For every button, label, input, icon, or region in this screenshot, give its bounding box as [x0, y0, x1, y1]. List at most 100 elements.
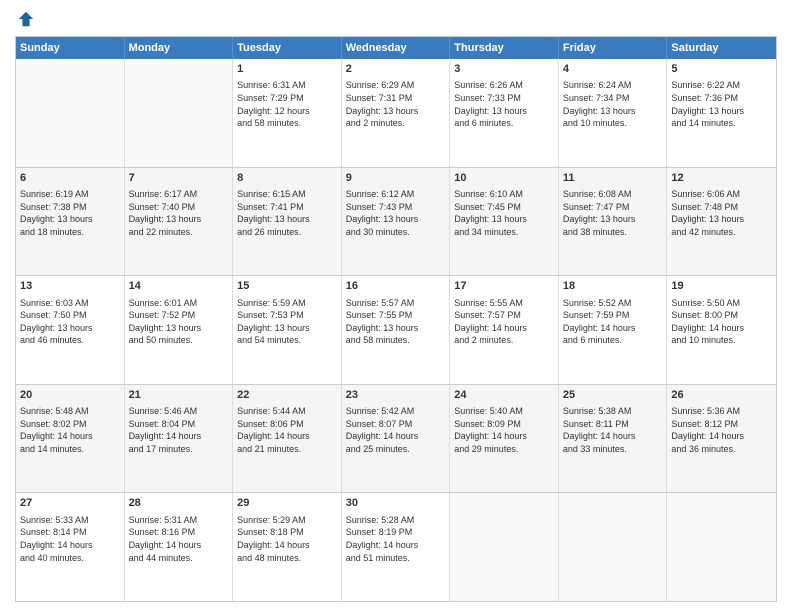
day-info-line: Sunrise: 6:31 AM — [237, 79, 337, 92]
logo — [15, 10, 35, 28]
day-info-line: Sunrise: 5:31 AM — [129, 514, 229, 527]
day-cell-25: 25Sunrise: 5:38 AMSunset: 8:11 PMDayligh… — [559, 385, 668, 493]
day-number: 23 — [346, 388, 446, 403]
day-info-line: Sunrise: 6:24 AM — [563, 79, 663, 92]
day-info-line: Daylight: 13 hours — [20, 213, 120, 226]
day-info-line: and 44 minutes. — [129, 552, 229, 565]
day-cell-11: 11Sunrise: 6:08 AMSunset: 7:47 PMDayligh… — [559, 168, 668, 276]
day-number: 5 — [671, 62, 772, 77]
day-number: 25 — [563, 388, 663, 403]
day-info-line: and 14 minutes. — [671, 117, 772, 130]
day-cell-14: 14Sunrise: 6:01 AMSunset: 7:52 PMDayligh… — [125, 276, 234, 384]
day-info-line: Sunrise: 6:08 AM — [563, 188, 663, 201]
day-info-line: Daylight: 13 hours — [454, 105, 554, 118]
day-info-line: Sunset: 7:50 PM — [20, 309, 120, 322]
day-info-line: Sunset: 8:12 PM — [671, 418, 772, 431]
day-info-line: and 58 minutes. — [346, 334, 446, 347]
day-cell-13: 13Sunrise: 6:03 AMSunset: 7:50 PMDayligh… — [16, 276, 125, 384]
header — [15, 10, 777, 28]
day-info-line: and 10 minutes. — [563, 117, 663, 130]
day-info-line: Daylight: 13 hours — [563, 213, 663, 226]
day-info-line: Daylight: 14 hours — [237, 430, 337, 443]
day-number: 22 — [237, 388, 337, 403]
header-day-friday: Friday — [559, 37, 668, 59]
day-number: 17 — [454, 279, 554, 294]
calendar-row-3: 20Sunrise: 5:48 AMSunset: 8:02 PMDayligh… — [16, 384, 776, 493]
day-number: 8 — [237, 171, 337, 186]
day-cell-6: 6Sunrise: 6:19 AMSunset: 7:38 PMDaylight… — [16, 168, 125, 276]
day-cell-27: 27 Sunrise: 5:33 AMSunset: 8:14 PMDayligh… — [16, 493, 125, 601]
day-cell-16: 16Sunrise: 5:57 AMSunset: 7:55 PMDayligh… — [342, 276, 451, 384]
day-info-line: Daylight: 14 hours — [20, 539, 120, 552]
day-info-line: Sunset: 7:29 PM — [237, 92, 337, 105]
day-info-line: Sunrise: 5:44 AM — [237, 405, 337, 418]
day-info-line: Sunrise: 5:55 AM — [454, 297, 554, 310]
calendar-row-1: 6Sunrise: 6:19 AMSunset: 7:38 PMDaylight… — [16, 167, 776, 276]
day-info-line: Sunrise: 6:10 AM — [454, 188, 554, 201]
day-info-line: Sunrise: 6:12 AM — [346, 188, 446, 201]
day-number: 2 — [346, 62, 446, 77]
empty-cell — [125, 59, 234, 167]
header-day-wednesday: Wednesday — [342, 37, 451, 59]
day-number: 12 — [671, 171, 772, 186]
day-info-line: Daylight: 14 hours — [563, 322, 663, 335]
day-info-line: Sunset: 8:11 PM — [563, 418, 663, 431]
day-info-line: Sunrise: 5:42 AM — [346, 405, 446, 418]
day-info-line: Sunset: 7:43 PM — [346, 201, 446, 214]
day-info-line: Sunset: 8:14 PM — [20, 526, 120, 539]
day-info-line: and 38 minutes. — [563, 226, 663, 239]
day-info-line: and 46 minutes. — [20, 334, 120, 347]
day-info-line: Sunrise: 5:33 AM — [20, 514, 120, 527]
day-info-line: Sunset: 7:34 PM — [563, 92, 663, 105]
day-info-line: Sunrise: 6:03 AM — [20, 297, 120, 310]
day-info-line: Daylight: 13 hours — [671, 213, 772, 226]
day-info-line: and 14 minutes. — [20, 443, 120, 456]
day-number: 1 — [237, 62, 337, 77]
day-info-line: Daylight: 13 hours — [237, 322, 337, 335]
day-info-line: Sunrise: 6:01 AM — [129, 297, 229, 310]
day-info-line: and 26 minutes. — [237, 226, 337, 239]
day-info-line: and 2 minutes. — [454, 334, 554, 347]
day-info-line: Daylight: 13 hours — [454, 213, 554, 226]
day-info-line: Sunset: 7:31 PM — [346, 92, 446, 105]
day-info-line: Sunrise: 6:22 AM — [671, 79, 772, 92]
day-cell-19: 19Sunrise: 5:50 AMSunset: 8:00 PMDayligh… — [667, 276, 776, 384]
header-day-tuesday: Tuesday — [233, 37, 342, 59]
day-info-line: Sunset: 7:57 PM — [454, 309, 554, 322]
day-number: 27 — [20, 496, 120, 511]
day-cell-3: 3Sunrise: 6:26 AMSunset: 7:33 PMDaylight… — [450, 59, 559, 167]
logo-icon — [17, 10, 35, 28]
header-day-sunday: Sunday — [16, 37, 125, 59]
day-cell-9: 9Sunrise: 6:12 AMSunset: 7:43 PMDaylight… — [342, 168, 451, 276]
day-cell-22: 22Sunrise: 5:44 AMSunset: 8:06 PMDayligh… — [233, 385, 342, 493]
calendar: SundayMondayTuesdayWednesdayThursdayFrid… — [15, 36, 777, 602]
day-info-line: and 51 minutes. — [346, 552, 446, 565]
day-info-line: Sunrise: 5:28 AM — [346, 514, 446, 527]
day-number: 11 — [563, 171, 663, 186]
empty-cell — [16, 59, 125, 167]
day-info-line: Sunset: 8:18 PM — [237, 526, 337, 539]
day-info-line: Sunrise: 5:48 AM — [20, 405, 120, 418]
day-info-line: Daylight: 14 hours — [129, 539, 229, 552]
day-info-line: Daylight: 14 hours — [454, 430, 554, 443]
header-day-saturday: Saturday — [667, 37, 776, 59]
day-number: 19 — [671, 279, 772, 294]
day-info-line: Daylight: 13 hours — [129, 322, 229, 335]
day-info-line: Sunset: 8:07 PM — [346, 418, 446, 431]
day-cell-23: 23Sunrise: 5:42 AMSunset: 8:07 PMDayligh… — [342, 385, 451, 493]
day-info-line: Sunset: 7:38 PM — [20, 201, 120, 214]
day-number: 4 — [563, 62, 663, 77]
day-info-line: Sunset: 7:55 PM — [346, 309, 446, 322]
day-info-line: and 17 minutes. — [129, 443, 229, 456]
day-cell-2: 2Sunrise: 6:29 AMSunset: 7:31 PMDaylight… — [342, 59, 451, 167]
day-cell-15: 15Sunrise: 5:59 AMSunset: 7:53 PMDayligh… — [233, 276, 342, 384]
day-info-line: and 6 minutes. — [454, 117, 554, 130]
day-info-line: and 2 minutes. — [346, 117, 446, 130]
day-number: 14 — [129, 279, 229, 294]
day-number: 13 — [20, 279, 120, 294]
day-info-line: Daylight: 13 hours — [346, 322, 446, 335]
day-cell-1: 1Sunrise: 6:31 AMSunset: 7:29 PMDaylight… — [233, 59, 342, 167]
day-info-line: and 6 minutes. — [563, 334, 663, 347]
calendar-header: SundayMondayTuesdayWednesdayThursdayFrid… — [16, 37, 776, 59]
day-info-line: Sunrise: 5:29 AM — [237, 514, 337, 527]
